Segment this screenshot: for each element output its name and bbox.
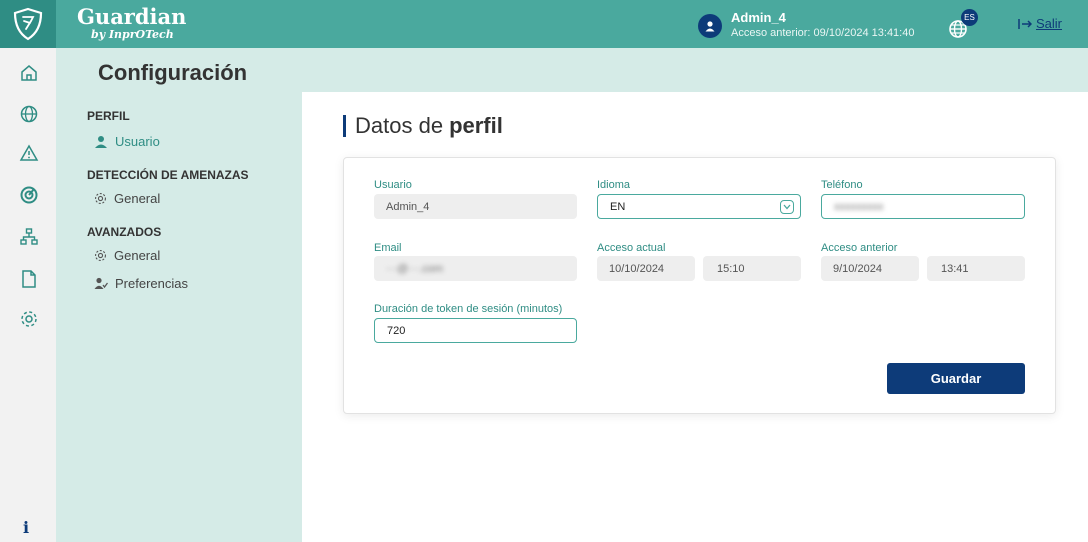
settings-nav: [56, 92, 302, 542]
section-title: Datos de perfil: [343, 113, 503, 139]
section-title-part2: perfil: [449, 113, 503, 138]
nav-section-avanzados: AVANZADOS: [87, 225, 162, 239]
nav-item-preferencias[interactable]: Preferencias: [94, 276, 188, 291]
alert-icon[interactable]: [18, 142, 40, 164]
email-field: ···@···.com: [374, 256, 577, 281]
token-input[interactable]: 720: [374, 318, 577, 343]
globe-icon[interactable]: [18, 103, 40, 125]
last-access-text: Acceso anterior: 09/10/2024 13:41:40: [731, 27, 915, 39]
acceso-actual-date-value: 10/10/2024: [609, 262, 665, 275]
acceso-anterior-date-value: 9/10/2024: [833, 262, 882, 275]
idioma-value: EN: [610, 200, 626, 213]
user-icon: [705, 21, 715, 32]
app-name: Guardian: [77, 4, 187, 29]
telefono-value: xxxxxxxxx: [834, 200, 884, 213]
acceso-anterior-time: 13:41: [927, 256, 1025, 281]
user-settings-icon: [94, 277, 108, 289]
telefono-input[interactable]: xxxxxxxxx: [821, 194, 1025, 219]
user-avatar[interactable]: [698, 14, 722, 38]
gear-icon[interactable]: [18, 308, 40, 330]
acceso-actual-date: 10/10/2024: [597, 256, 695, 281]
user-icon: [95, 135, 107, 148]
user-name: Admin_4: [731, 10, 786, 25]
nav-section-perfil: PERFIL: [87, 109, 130, 123]
home-icon[interactable]: [18, 62, 40, 84]
telefono-label: Teléfono: [821, 179, 863, 191]
nav-item-usuario[interactable]: Usuario: [94, 134, 160, 149]
nav-item-label: Preferencias: [115, 276, 188, 291]
logout-link[interactable]: Salir: [1018, 16, 1062, 31]
usuario-value: Admin_4: [386, 200, 430, 213]
logout-label: Salir: [1036, 16, 1063, 31]
info-icon[interactable]: i: [23, 518, 29, 537]
chevron-down-icon: [780, 200, 794, 214]
file-icon[interactable]: [18, 268, 40, 290]
acceso-actual-time-value: 15:10: [717, 262, 745, 275]
shield-logo-icon: [13, 7, 43, 41]
page-title: Configuración: [98, 60, 248, 85]
acceso-anterior-label: Acceso anterior: [821, 242, 898, 254]
idioma-label: Idioma: [597, 179, 631, 191]
language-badge: ES: [961, 9, 978, 26]
nav-item-amenazas-general[interactable]: General: [94, 191, 160, 206]
email-label: Email: [374, 242, 402, 254]
nav-item-avanzados-general[interactable]: General: [94, 248, 160, 263]
acceso-actual-label: Acceso actual: [597, 242, 666, 254]
nav-item-label: General: [114, 191, 161, 206]
save-button[interactable]: Guardar: [887, 363, 1025, 394]
app-logo[interactable]: [0, 0, 56, 48]
email-value: ···@···.com: [386, 262, 443, 275]
usuario-field: Admin_4: [374, 194, 577, 219]
nav-item-label: Usuario: [115, 134, 160, 149]
radar-icon[interactable]: [18, 184, 40, 206]
gear-icon: [95, 193, 106, 204]
gear-icon: [95, 250, 106, 261]
section-title-part1: Datos de: [355, 113, 444, 138]
token-label: Duración de token de sesión (minutos): [374, 303, 563, 315]
usuario-label: Usuario: [374, 179, 412, 191]
acceso-anterior-time-value: 13:41: [941, 262, 969, 275]
network-icon[interactable]: [18, 226, 40, 248]
app-subtitle: by InprOTech: [91, 28, 174, 41]
idioma-select[interactable]: EN: [597, 194, 801, 219]
nav-item-label: General: [114, 248, 161, 263]
acceso-anterior-date: 9/10/2024: [821, 256, 919, 281]
title-accent-bar: [343, 115, 346, 137]
acceso-actual-time: 15:10: [703, 256, 801, 281]
token-value: 720: [387, 324, 406, 337]
logout-icon: [1018, 18, 1032, 29]
nav-section-amenazas: DETECCIÓN DE AMENAZAS: [87, 168, 249, 182]
